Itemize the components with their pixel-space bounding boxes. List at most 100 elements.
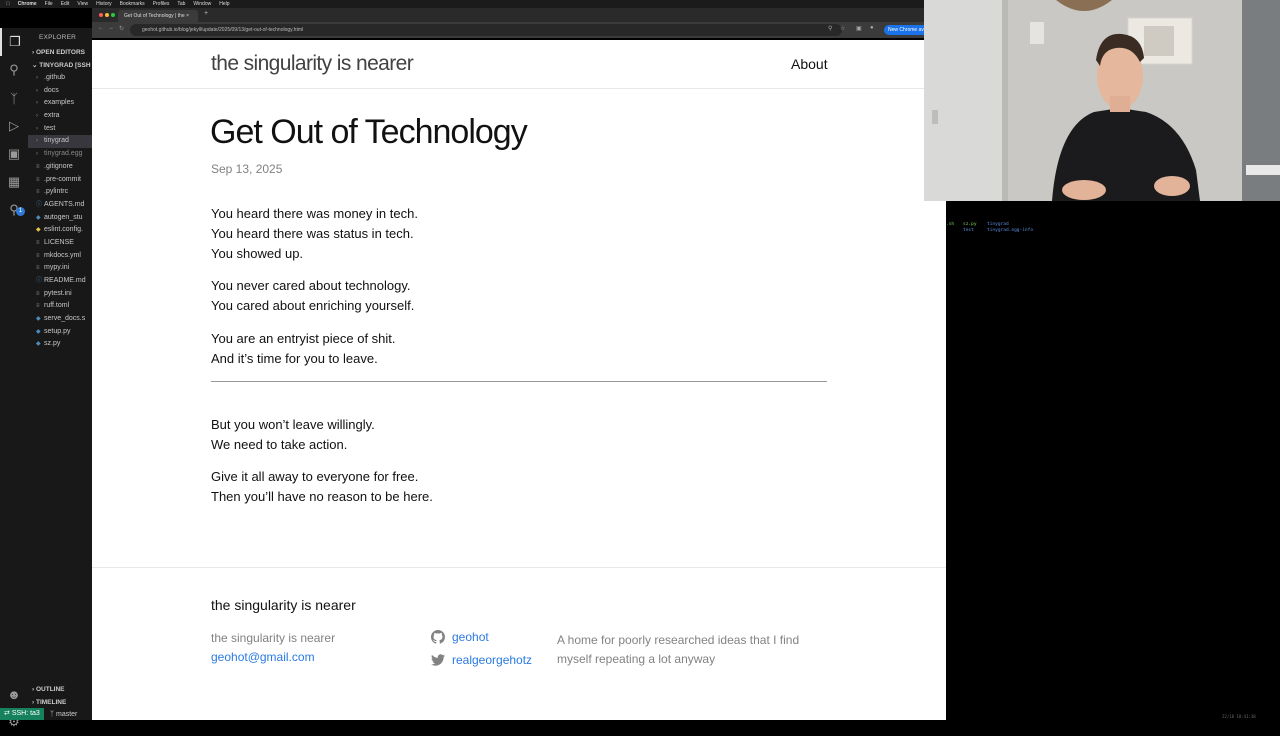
tree-file[interactable]: ≡ ruff.toml [28, 300, 92, 313]
zoom-icon[interactable]: ⚲ [828, 25, 832, 32]
site-title-link[interactable]: the singularity is nearer [211, 52, 414, 76]
tree-item-label: LICENSE [44, 238, 74, 246]
minimize-window-icon[interactable] [105, 13, 109, 17]
address-bar[interactable]: geohot.github.io/blog/jekyll/update/2025… [130, 24, 842, 36]
line: But you won’t leave willingly. [211, 417, 375, 432]
terminal-text: test [963, 228, 974, 233]
file-icon: ≡ [36, 239, 40, 246]
tree-folder[interactable]: › .github [28, 72, 92, 85]
tree-item-label: tinygrad.egg [44, 150, 83, 158]
site-footer: the singularity is nearer the singularit… [92, 567, 946, 720]
post-date: Sep 13, 2025 [211, 162, 283, 176]
tree-folder[interactable]: › tinygrad [28, 135, 92, 149]
menu-chrome[interactable]: Chrome [18, 1, 37, 7]
extensions-badge: 1 [16, 207, 25, 216]
tree-file[interactable]: ≡ mkdocs.yml [28, 250, 92, 263]
chevron-right-icon: › [36, 100, 38, 107]
webcam-person-image [924, 0, 1280, 201]
menu-view[interactable]: View [77, 1, 88, 7]
workspace-root[interactable]: ⌄ TINYGRAD [SSH [28, 59, 92, 72]
github-link[interactable]: geohot [431, 630, 489, 644]
menu-file[interactable]: File [45, 1, 53, 7]
file-icon: ◆ [36, 341, 41, 348]
timeline-section[interactable]: › TIMELINE [28, 696, 92, 708]
menu-edit[interactable]: Edit [61, 1, 70, 7]
file-tree: › .github › docs › examples › extra › test › tinygr… [28, 72, 92, 351]
tree-folder[interactable]: › test [28, 123, 92, 136]
explorer-icon[interactable]: ❐ [0, 28, 28, 56]
explorer-sidebar: EXPLORER › OPEN EDITORS ⌄ TINYGRAD [SSH … [28, 28, 92, 708]
file-icon: ◆ [36, 316, 41, 323]
chevron-right-icon: › [36, 151, 38, 158]
extensions-icon[interactable]: ▦ [0, 168, 28, 196]
file-icon: ≡ [36, 252, 40, 259]
new-tab-icon[interactable]: + [204, 10, 208, 17]
forward-icon[interactable]: → [108, 25, 114, 31]
profile-icon[interactable]: ● [870, 25, 874, 31]
menu-tab[interactable]: Tab [177, 1, 185, 7]
extensions-puzzle-icon[interactable]: ▣ [856, 25, 862, 32]
menu-history[interactable]: History [96, 1, 112, 7]
chevron-right-icon: › [36, 138, 38, 145]
tree-file[interactable]: ≡ .gitignore [28, 161, 92, 174]
menu-profiles[interactable]: Profiles [153, 1, 170, 7]
tree-file[interactable]: ≡ pytest.ini [28, 288, 92, 301]
tree-folder[interactable]: › docs [28, 85, 92, 98]
tree-file[interactable]: ◆ autogen_stu [28, 212, 92, 225]
tree-file[interactable]: ◆ serve_docs.s [28, 313, 92, 326]
search-icon[interactable]: ⚲ [0, 56, 28, 84]
tree-file[interactable]: ≡ .pre-commit [28, 174, 92, 187]
run-debug-icon[interactable]: ▷ [0, 112, 28, 140]
blog-page: the singularity is nearer About Get Out … [92, 40, 946, 720]
remote-indicator[interactable]: ⇄ SSH: ta3 [0, 708, 44, 720]
twitter-username[interactable]: realgeorgehotz [452, 653, 532, 667]
line: Then you’ll have no reason to be here. [211, 489, 433, 504]
tree-item-label: pytest.ini [44, 289, 72, 297]
back-icon[interactable]: ← [98, 25, 104, 31]
twitter-link[interactable]: realgeorgehotz [431, 653, 532, 667]
tree-file[interactable]: ◆ sz.py [28, 338, 92, 351]
tree-folder[interactable]: › tinygrad.egg [28, 148, 92, 161]
menu-window[interactable]: Window [193, 1, 211, 7]
bookmark-star-icon[interactable]: ☆ [840, 25, 845, 32]
line: You showed up. [211, 246, 304, 261]
close-window-icon[interactable] [99, 13, 103, 17]
zoom-window-icon[interactable] [111, 13, 115, 17]
nav-about-link[interactable]: About [791, 56, 828, 72]
tree-folder[interactable]: › extra [28, 110, 92, 123]
file-icon: ⓘ [36, 201, 43, 208]
footer-site-name: the singularity is nearer [211, 631, 336, 645]
tree-file[interactable]: ⓘ AGENTS.md [28, 199, 92, 212]
github-username[interactable]: geohot [452, 630, 489, 644]
tree-file[interactable]: ⓘ README.md [28, 275, 92, 288]
tree-folder[interactable]: › examples [28, 97, 92, 110]
file-icon: ≡ [36, 290, 40, 297]
apple-icon[interactable]:  [6, 1, 10, 7]
tree-file[interactable]: ◆ eslint.config. [28, 224, 92, 237]
remote-explorer-icon[interactable]: ▣ [0, 140, 28, 168]
terminal-status: 22/18 10:41:38 [1222, 714, 1256, 719]
line: You cared about enriching yourself. [211, 298, 415, 313]
tree-item-label: autogen_stu [44, 213, 83, 221]
browser-tab[interactable]: Get Out of Technology | the × [118, 10, 198, 22]
menu-bookmarks[interactable]: Bookmarks [120, 1, 145, 7]
terminal-text: tinygrad.egg-info [987, 228, 1034, 233]
git-branch[interactable]: ᛉ master [44, 711, 78, 718]
tree-file[interactable]: ≡ LICENSE [28, 237, 92, 250]
tree-file[interactable]: ◆ setup.py [28, 326, 92, 339]
file-icon: ◆ [36, 328, 41, 335]
outline-section[interactable]: › OUTLINE [28, 683, 92, 696]
open-editors-section[interactable]: › OPEN EDITORS [28, 46, 92, 59]
source-control-icon[interactable]: ᛉ [0, 84, 28, 112]
account-icon[interactable]: ☻ [0, 680, 28, 708]
tree-file[interactable]: ≡ mypy.ini [28, 262, 92, 275]
site-header: the singularity is nearer About [92, 40, 946, 89]
file-icon: ≡ [36, 303, 40, 310]
tree-item-label: .pylintrc [44, 188, 69, 196]
footer-email-link[interactable]: geohot@gmail.com [211, 650, 315, 664]
tree-file[interactable]: ≡ .pylintrc [28, 186, 92, 199]
tree-item-label: AGENTS.md [44, 200, 85, 208]
menu-help[interactable]: Help [219, 1, 229, 7]
reload-icon[interactable]: ↻ [119, 25, 124, 32]
terminal-pane[interactable]: .sh sz.py tinygrad test tinygrad.egg-inf… [946, 201, 1280, 720]
